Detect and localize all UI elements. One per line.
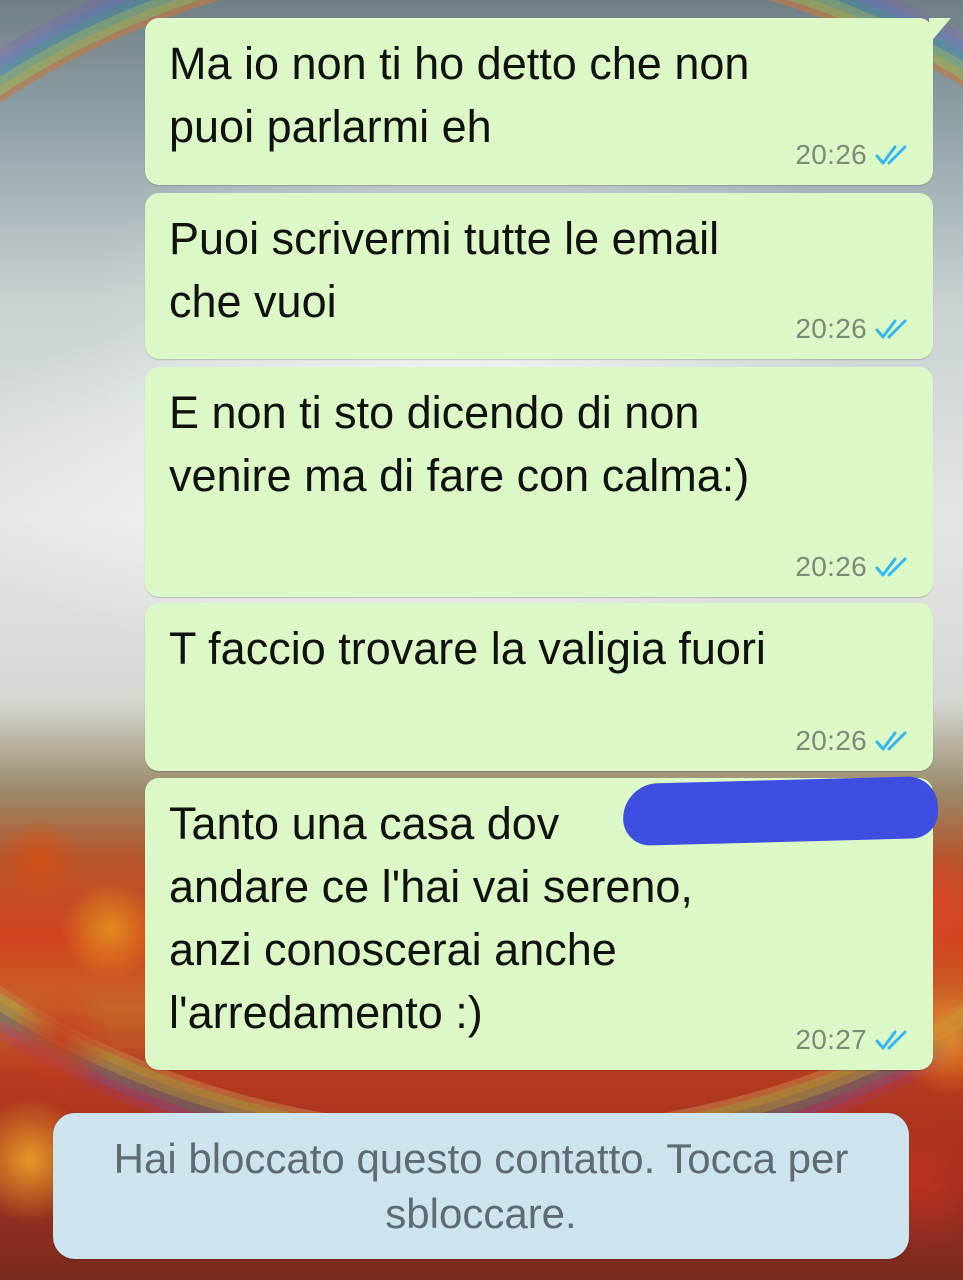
- message-time: 20:26: [795, 551, 867, 582]
- double-check-icon: [875, 730, 909, 752]
- outgoing-message[interactable]: T faccio trovare la valigia fuori 20:26: [145, 603, 933, 771]
- outgoing-message[interactable]: Ma io non ti ho detto che non puoi parla…: [145, 18, 951, 185]
- message-time: 20:26: [795, 725, 867, 756]
- unblock-contact-banner[interactable]: Hai bloccato questo contatto. Tocca per …: [53, 1113, 909, 1259]
- message-meta: 20:26: [795, 313, 909, 345]
- bubble-tail: [929, 18, 951, 44]
- message-time: 20:27: [795, 1024, 867, 1055]
- redaction-scribble: [622, 775, 939, 847]
- outgoing-message[interactable]: E non ti sto dicendo di non venire ma di…: [145, 367, 933, 597]
- outgoing-message[interactable]: Tanto una casa dov andare ce l'hai vai s…: [145, 775, 939, 1070]
- message-time: 20:26: [795, 313, 867, 344]
- double-check-icon: [875, 318, 909, 340]
- double-check-icon: [875, 144, 909, 166]
- message-meta: 20:26: [795, 551, 909, 583]
- message-text: T faccio trovare la valigia fuori: [169, 623, 766, 674]
- outgoing-message[interactable]: Puoi scrivermi tutte le email che vuoi 2…: [145, 193, 933, 359]
- message-list[interactable]: Ma io non ti ho detto che non puoi parla…: [0, 0, 963, 1280]
- message-meta: 20:26: [795, 139, 909, 171]
- double-check-icon: [875, 556, 909, 578]
- message-text: E non ti sto dicendo di non venire ma di…: [169, 387, 750, 501]
- double-check-icon: [875, 1029, 909, 1051]
- message-meta: 20:27: [795, 1024, 909, 1056]
- message-time: 20:26: [795, 139, 867, 170]
- unblock-contact-label: Hai bloccato questo contatto. Tocca per …: [113, 1135, 849, 1237]
- message-meta: 20:26: [795, 725, 909, 757]
